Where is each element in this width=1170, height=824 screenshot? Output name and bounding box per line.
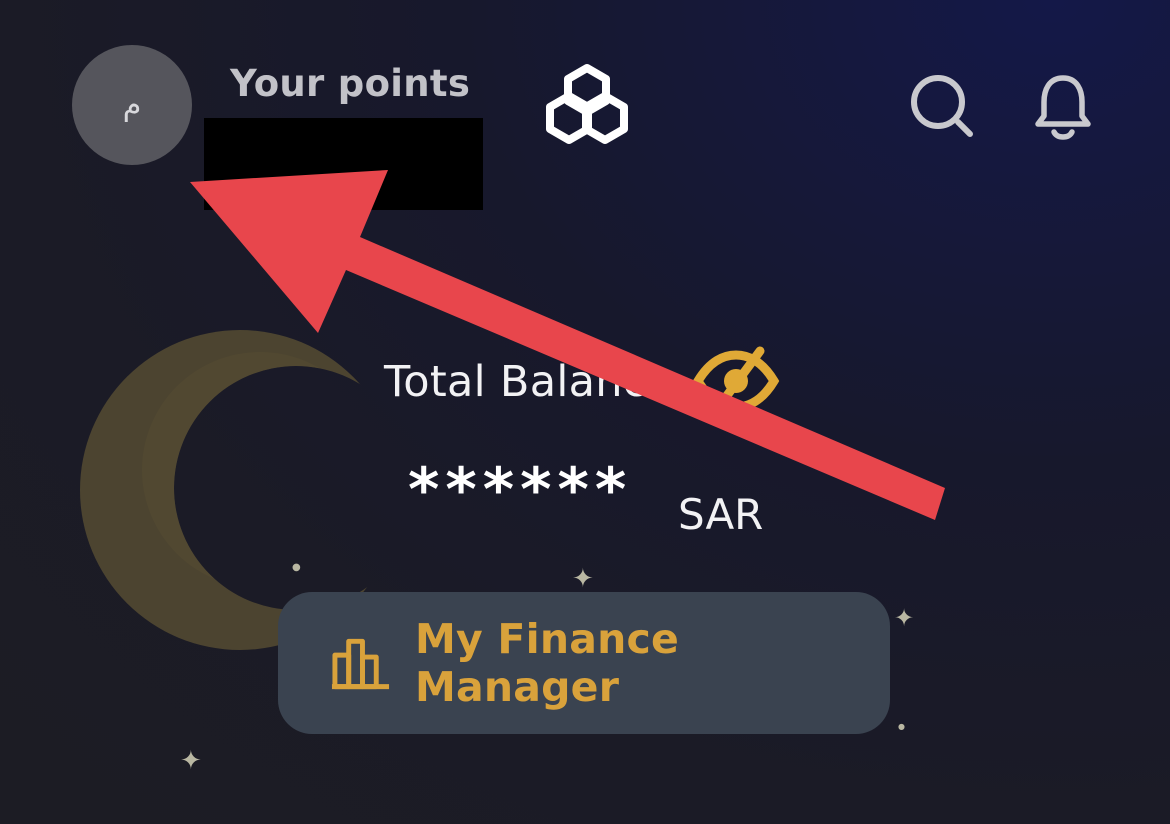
eye-slash-icon[interactable] xyxy=(690,345,782,415)
bell-icon[interactable] xyxy=(1032,72,1094,140)
triple-ring-logo-icon xyxy=(546,64,628,144)
sparkle-star-icon: ✦ xyxy=(180,746,202,776)
total-balance-label: Total Balance xyxy=(384,357,674,407)
profile-avatar[interactable]: م xyxy=(72,45,192,165)
finance-manager-label: My Finance Manager xyxy=(415,615,680,711)
total-balance-value: ****** xyxy=(408,455,633,525)
sparkle-star-icon: ✦ xyxy=(894,604,915,632)
sparkle-star-icon: ✦ xyxy=(572,564,594,594)
points-value-redacted xyxy=(204,118,483,210)
finance-manager-button[interactable]: My Finance Manager xyxy=(278,592,890,734)
sparkle-star-icon: ● xyxy=(898,722,905,731)
points-label: Your points xyxy=(230,62,471,105)
currency-label: SAR xyxy=(678,490,764,539)
avatar-initial: م xyxy=(122,87,142,123)
bar-chart-icon xyxy=(331,638,390,690)
search-icon[interactable] xyxy=(908,72,978,142)
sparkle-star-icon: ● xyxy=(292,562,301,573)
